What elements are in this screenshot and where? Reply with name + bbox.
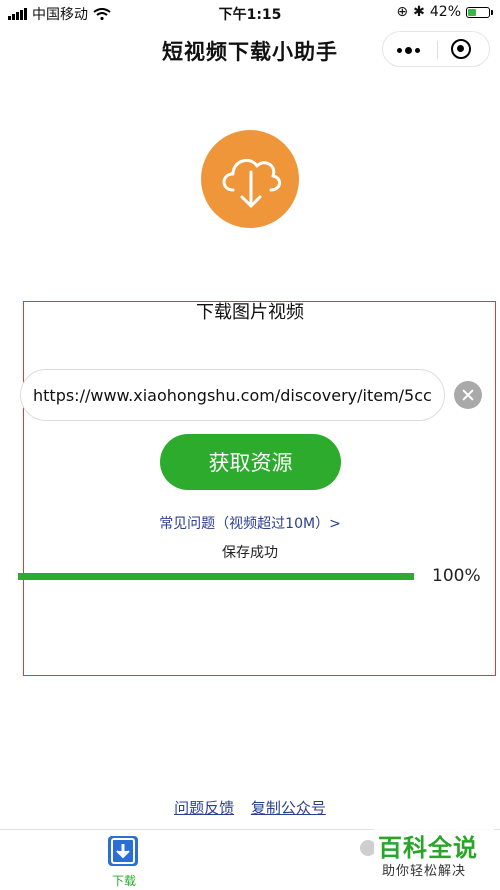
feedback-link[interactable]: 问题反馈 [174, 799, 234, 817]
status-right: ⊕ ✱ 42% [396, 4, 493, 20]
battery-fill [468, 8, 476, 16]
title-bar: 短视频下载小助手 [0, 26, 500, 70]
url-input[interactable] [20, 369, 445, 421]
bluetooth-icon: ✱ [413, 4, 425, 20]
app-logo [201, 130, 299, 228]
progress-text: 100% [432, 566, 481, 586]
cloud-download-icon [222, 158, 281, 208]
tab-download[interactable]: 下载 [104, 836, 144, 888]
download-icon [108, 836, 138, 866]
tab-label: 下载 [111, 874, 136, 888]
save-status: 保存成功 [222, 545, 278, 561]
mini-program-capsule [382, 31, 490, 67]
orientation-lock-icon: ⊕ [396, 4, 409, 20]
watermark-title: 百科全说 [378, 834, 478, 862]
more-icon[interactable] [397, 47, 420, 54]
battery-percent: 42% [429, 4, 461, 20]
fetch-resource-button[interactable]: 获取资源 [160, 434, 341, 490]
copy-account-link[interactable]: 复制公众号 [251, 799, 326, 817]
section-title: 下载图片视频 [196, 302, 304, 323]
watermark-subtitle: 助你轻松解决 [382, 864, 467, 879]
progress-bar [18, 573, 414, 580]
capsule-divider [437, 41, 438, 59]
footer-links: 问题反馈 复制公众号 [0, 797, 500, 818]
status-bar: 中国移动 下午1:15 ⊕ ✱ 42% [0, 0, 500, 26]
close-mini-program-icon[interactable] [451, 39, 471, 59]
battery-icon [466, 6, 493, 18]
faq-link[interactable]: 常见问题（视频超过10M）> [0, 513, 500, 533]
progress-fill [18, 573, 414, 580]
watermark: 百科全说 助你轻松解决 [374, 826, 494, 886]
clear-input-icon[interactable] [454, 381, 482, 409]
